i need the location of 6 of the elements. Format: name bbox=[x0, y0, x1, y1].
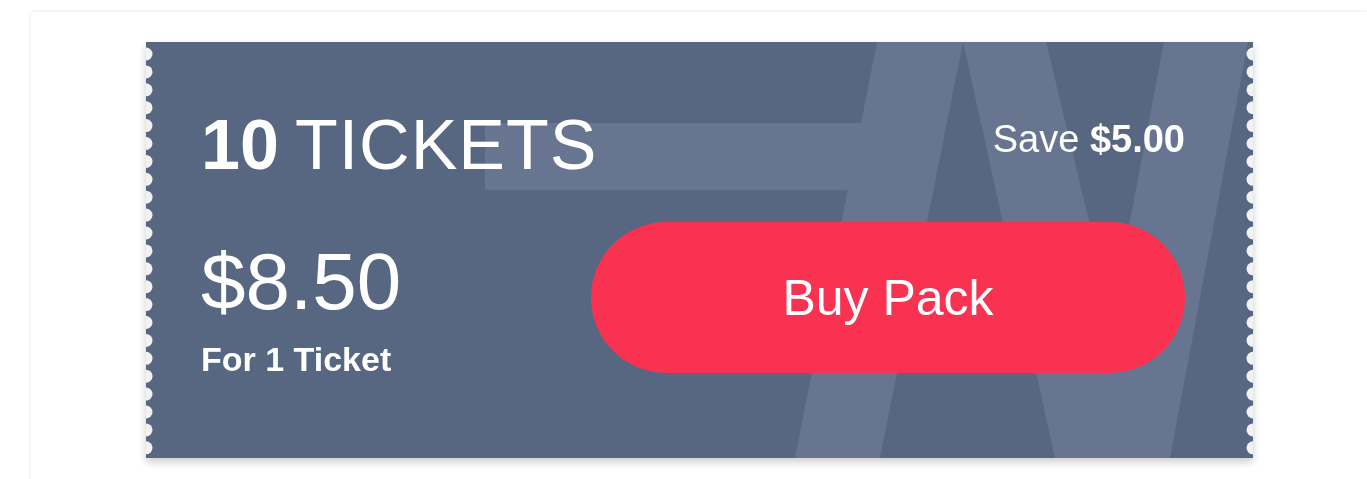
price-note: For 1 Ticket bbox=[201, 342, 393, 376]
buy-pack-button[interactable]: Buy Pack bbox=[591, 222, 1185, 373]
savings-text: Save $5.00 bbox=[992, 120, 1185, 158]
price: $8.50 bbox=[201, 242, 403, 322]
ticket-count: 10 bbox=[201, 110, 279, 180]
ticket-unit: TICKETS bbox=[294, 110, 598, 180]
